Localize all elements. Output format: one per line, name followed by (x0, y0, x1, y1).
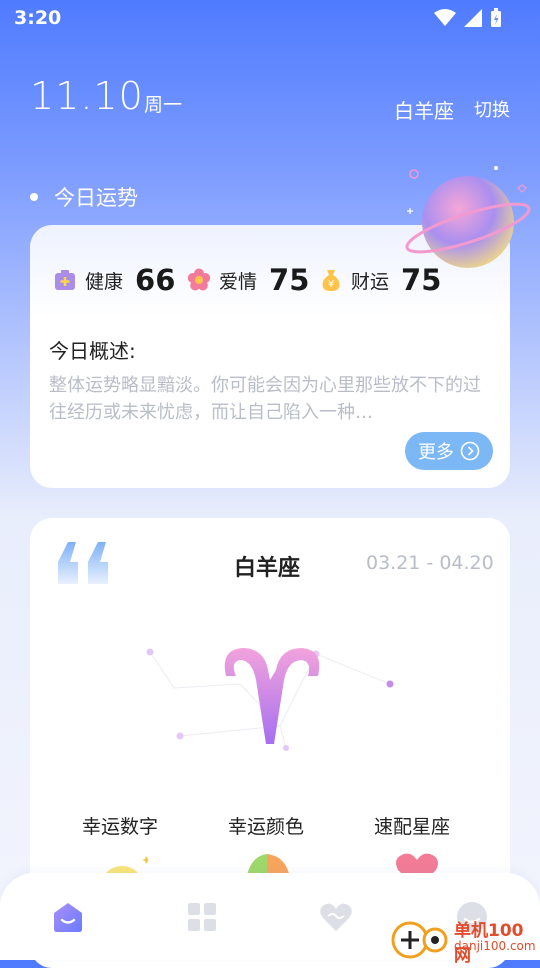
grid-icon (188, 903, 216, 931)
sign-date-range: 03.21 - 04.20 (366, 552, 494, 574)
overview-title: 今日概述: (49, 339, 136, 363)
stat-value: 75 (269, 263, 310, 297)
date-display: 11.10 (30, 74, 144, 118)
more-button[interactable]: 更多 (405, 432, 493, 470)
aries-constellation-icon (146, 648, 394, 751)
quote-icon (58, 542, 108, 584)
home-icon (54, 903, 82, 932)
nav-home[interactable] (48, 897, 88, 937)
stat-label: 健康 (85, 270, 124, 293)
battery-icon (491, 8, 501, 27)
nav-match[interactable] (316, 897, 356, 937)
stat-value: 66 (135, 263, 176, 297)
sign-title: 白羊座 (234, 556, 301, 581)
site-watermark: 单机100网 danji100.com (390, 916, 540, 966)
status-bar: 3:20 (0, 0, 540, 36)
wifi-icon (434, 9, 456, 26)
chevron-right-circle-icon (460, 441, 480, 461)
stat-label: 爱情 (219, 270, 258, 293)
lucky-number-label: 幸运数字 (82, 816, 159, 838)
stat-love: 爱情 75 (187, 263, 309, 297)
current-sign-label: 白羊座 (394, 99, 454, 123)
nav-grid[interactable] (182, 897, 222, 937)
flower-icon (187, 268, 211, 291)
status-time: 3:20 (14, 7, 62, 29)
planet-illustration (405, 166, 531, 268)
watermark-logo-icon (391, 921, 448, 959)
overview-text: 整体运势略显黯淡。你可能会因为心里那些放不下的过往经历或未来忧虑，而让自己陷入一… (49, 375, 481, 423)
stat-health: 健康 66 (53, 263, 175, 297)
health-kit-icon (55, 270, 75, 290)
signal-icon (464, 9, 482, 27)
switch-sign-button[interactable]: 切换 (474, 96, 510, 122)
section-title-today-fortune: 今日运势 (54, 186, 138, 210)
stat-label: 财运 (351, 270, 390, 293)
status-icons (434, 8, 502, 28)
svg-text:¥: ¥ (328, 279, 334, 290)
section-bullet (30, 193, 38, 201)
lucky-color-label: 幸运颜色 (228, 816, 305, 838)
weekday-label: 周一 (144, 94, 183, 116)
money-bag-icon: ¥ (322, 270, 340, 291)
watermark-url: danji100.com (454, 939, 536, 953)
heart-icon (320, 903, 352, 931)
match-sign-label: 速配星座 (374, 816, 451, 838)
more-button-label: 更多 (418, 442, 454, 463)
